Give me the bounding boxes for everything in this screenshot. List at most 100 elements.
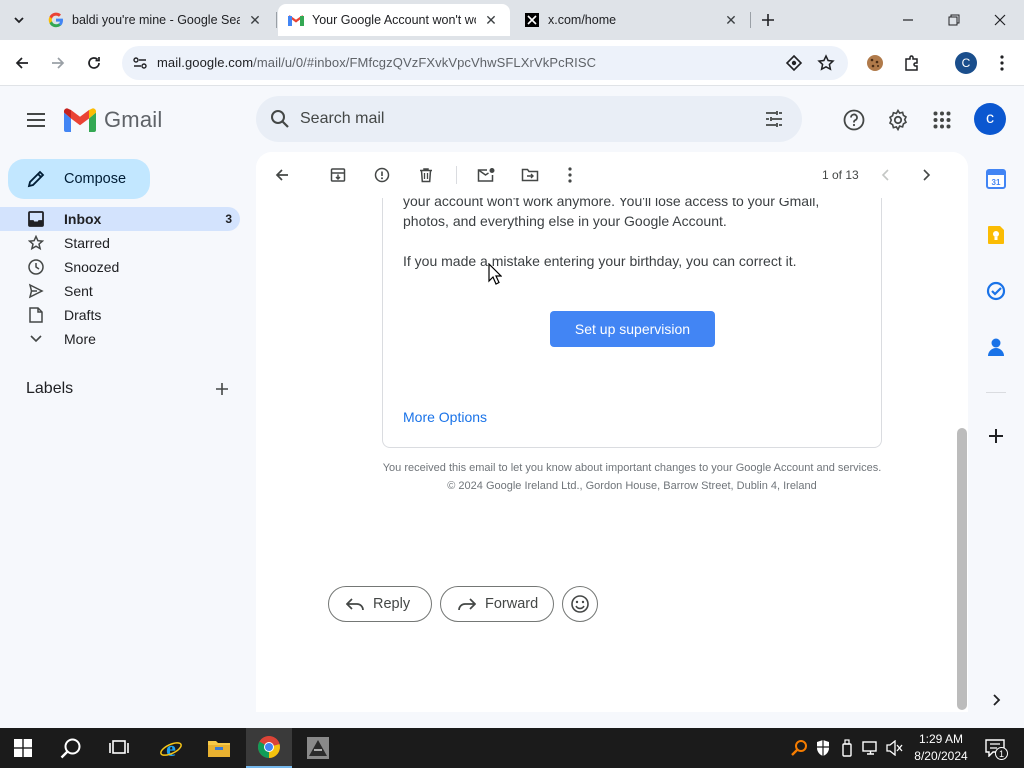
new-tab-button[interactable] [756,8,780,32]
close-icon[interactable]: ✕ [482,11,500,29]
reply-label: Reply [373,596,411,612]
google-g-icon [48,12,64,28]
older-message-button[interactable] [914,163,938,187]
taskbar-search-button[interactable] [48,728,94,768]
start-button[interactable] [0,728,46,768]
google-apps-button[interactable] [928,106,956,134]
plus-icon [762,14,774,26]
forward-button[interactable]: Forward [440,586,554,622]
browser-tab-x[interactable]: x.com/home ✕ [514,4,750,36]
emoji-smile-icon [571,595,589,613]
sidebar-item-sent[interactable]: Sent [0,279,240,303]
close-icon[interactable]: ✕ [246,11,264,29]
more-actions-button[interactable] [558,163,582,187]
task-view-icon [109,740,129,754]
delete-button[interactable] [414,163,438,187]
arrow-left-icon [15,57,28,69]
close-window-button[interactable] [980,6,1020,34]
move-to-button[interactable] [518,163,542,187]
sidebar-item-starred[interactable]: Starred [0,231,240,255]
search-tray-icon[interactable] [789,738,809,758]
cookie-extension-icon[interactable] [862,50,888,76]
back-to-inbox-button[interactable] [270,163,294,187]
reply-icon [345,594,365,614]
forward-label: Forward [485,596,539,612]
browser-toolbar: mail.google.com/mail/u/0/#inbox/FMfcgzQV… [0,40,1024,86]
chrome-taskbar[interactable] [246,728,292,768]
internet-explorer-taskbar[interactable]: e [148,728,194,768]
gmail-logo[interactable]: Gmail [64,104,162,136]
mail-scrollbar-thumb[interactable] [957,428,967,710]
sidebar-item-drafts[interactable]: Drafts [0,303,240,327]
lens-icon[interactable] [782,51,806,75]
reply-button[interactable]: Reply [328,586,432,622]
mark-unread-button[interactable] [474,163,498,187]
set-up-supervision-button[interactable]: Set up supervision [550,311,715,347]
file-explorer-taskbar[interactable] [196,728,242,768]
close-icon[interactable]: ✕ [722,11,740,29]
archive-button[interactable] [326,163,350,187]
url-text: mail.google.com/mail/u/0/#inbox/FMfcgzQV… [157,55,596,70]
settings-button[interactable] [884,106,912,134]
tab-search-button[interactable] [6,8,32,32]
search-options-tune-icon[interactable] [762,107,786,131]
bookmark-star-icon[interactable] [814,51,838,75]
side-panel-divider [986,392,1006,393]
archive-icon [330,168,346,182]
svg-text:e: e [166,736,176,760]
browser-tab-google-search[interactable]: baldi you're mine - Google Sea ✕ [38,4,274,36]
main-menu-button[interactable] [22,106,50,134]
search-icon[interactable] [268,107,292,131]
chevron-right-icon [993,694,1001,706]
google-keep-icon[interactable] [983,222,1009,248]
pagination-label: 1 of 13 [822,168,859,182]
network-icon[interactable] [861,738,881,758]
gmail-m-icon [64,108,96,132]
sidebar-item-inbox[interactable]: Inbox 3 [0,207,240,231]
plus-icon [989,429,1003,443]
email-footer-notice: You received this email to let you know … [382,462,882,474]
mark-unread-icon [477,168,495,182]
add-reaction-button[interactable] [562,586,598,622]
restore-icon [948,14,960,26]
extensions-puzzle-icon[interactable] [899,50,925,76]
address-bar[interactable]: mail.google.com/mail/u/0/#inbox/FMfcgzQV… [122,46,848,80]
get-addons-button[interactable] [983,423,1009,449]
account-avatar[interactable]: c [974,103,1006,135]
sidebar-item-snoozed[interactable]: Snoozed [0,255,240,279]
defender-shield-icon[interactable] [813,738,833,758]
minimize-button[interactable] [888,6,928,34]
create-label-button[interactable] [210,377,234,401]
google-contacts-icon[interactable] [983,334,1009,360]
sidebar-item-more[interactable]: More [0,327,240,351]
minimize-icon [903,19,913,21]
google-tasks-icon[interactable] [983,278,1009,304]
search-input[interactable] [300,96,750,142]
action-center-button[interactable]: 1 [980,734,1010,762]
system-clock[interactable]: 1:29 AM 8/20/2024 [906,731,976,765]
restore-button[interactable] [934,6,974,34]
more-options-link[interactable]: More Options [403,409,487,425]
reload-button[interactable] [81,50,107,76]
labels-heading: Labels [26,380,74,397]
task-view-button[interactable] [96,728,142,768]
google-calendar-icon[interactable]: 31 [983,166,1009,192]
support-button[interactable] [840,106,868,134]
hide-side-panel-button[interactable] [983,687,1009,713]
report-spam-button[interactable] [370,163,394,187]
usb-device-icon[interactable] [837,738,857,758]
volume-muted-icon[interactable] [885,738,905,758]
site-settings-icon[interactable] [128,51,152,75]
reload-icon [88,57,100,69]
compose-button[interactable]: Compose [8,159,150,199]
profile-button[interactable]: C [953,50,979,76]
chrome-menu-button[interactable] [989,50,1015,76]
forward-button[interactable] [45,50,71,76]
clock-time: 1:29 AM [918,732,964,746]
app-taskbar-item[interactable] [295,728,341,768]
search-bar [256,96,802,142]
browser-tab-gmail[interactable]: Your Google Account won't wo ✕ [278,4,510,36]
tab-title: x.com/home [548,13,617,27]
newer-message-button[interactable] [874,163,898,187]
back-button[interactable] [9,50,35,76]
